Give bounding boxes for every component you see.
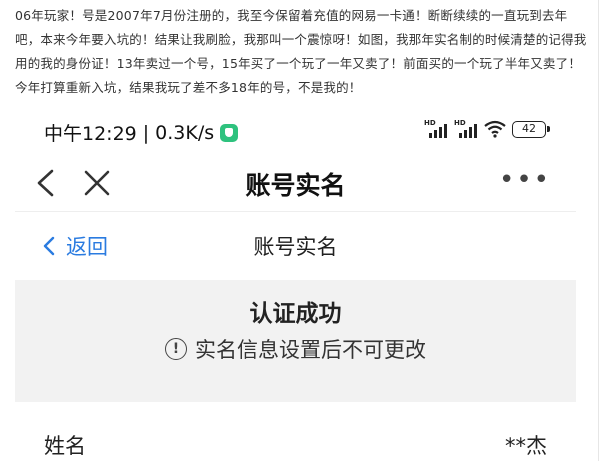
note-text: 实名信息设置后不可更改: [195, 338, 426, 362]
page-header: 返回 账号实名: [15, 213, 576, 275]
signal-icon: HD: [454, 119, 478, 138]
phone-screenshot: 中午12:29 | 0.3K/s HD HD 42 账号实名 ••• 返回 账号…: [15, 108, 576, 461]
field-label: 姓名: [44, 434, 86, 458]
status-left: 中午12:29 | 0.3K/s: [44, 119, 239, 146]
section-title: 账号实名: [253, 235, 338, 259]
info-icon: !: [165, 338, 187, 360]
page-title: 账号实名: [245, 171, 346, 200]
status-bar: 中午12:29 | 0.3K/s HD HD 42: [15, 108, 576, 152]
title-bar: 账号实名 •••: [15, 156, 576, 212]
post-text: 06年玩家！号是2007年7月份注册的，我至今保留着充值的网易一卡通！断断续续的…: [15, 8, 587, 95]
more-icon[interactable]: •••: [499, 167, 551, 193]
wifi-icon: [484, 120, 506, 138]
status-separator: |: [142, 121, 150, 144]
field-value: **杰: [505, 434, 547, 458]
status-banner: 认证成功 ! 实名信息设置后不可更改: [15, 280, 576, 402]
success-title: 认证成功: [249, 301, 342, 327]
status-right: HD HD 42: [424, 119, 550, 138]
shield-icon: [220, 123, 239, 142]
battery-icon: 42: [512, 120, 550, 138]
banner-note: ! 实名信息设置后不可更改: [15, 334, 576, 364]
status-time: 中午12:29: [44, 123, 137, 145]
hd-label: HD: [424, 119, 436, 127]
divider: [598, 0, 599, 461]
hd-label: HD: [454, 119, 466, 127]
field-row-name: 姓名 **杰: [15, 424, 576, 461]
status-speed: 0.3K/s: [155, 121, 215, 144]
signal-icon: HD: [424, 119, 448, 138]
